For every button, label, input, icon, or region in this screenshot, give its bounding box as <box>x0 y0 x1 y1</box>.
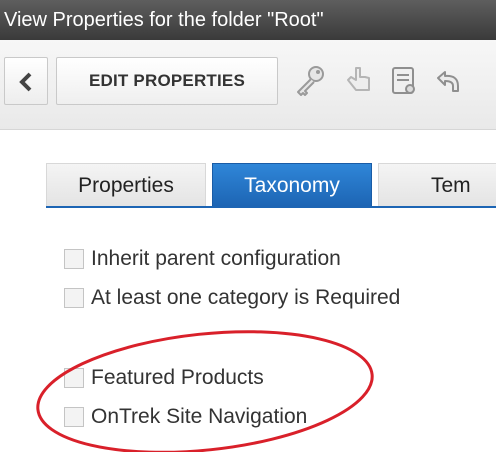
checkbox[interactable] <box>64 249 84 269</box>
undo-icon[interactable] <box>432 64 466 98</box>
tab-taxonomy[interactable]: Taxonomy <box>212 163 372 207</box>
chevron-left-icon <box>19 72 32 92</box>
tab-properties[interactable]: Properties <box>46 163 206 207</box>
tab-bar: Properties Taxonomy Tem <box>0 163 496 207</box>
window-title: View Properties for the folder "Root" <box>0 0 496 40</box>
checkbox[interactable] <box>64 407 84 427</box>
option-label: Featured Products <box>91 366 264 389</box>
tab-templates[interactable]: Tem <box>378 163 496 207</box>
option-label: At least one category is Required <box>91 286 401 309</box>
hand-icon[interactable] <box>342 64 376 98</box>
back-button[interactable] <box>4 57 48 105</box>
tab-underline <box>46 206 496 208</box>
option-label: Inherit parent configuration <box>91 247 341 270</box>
key-icon[interactable] <box>293 64 327 98</box>
edit-properties-button[interactable]: EDIT PROPERTIES <box>56 57 278 105</box>
document-icon[interactable] <box>386 64 420 98</box>
checkbox[interactable] <box>64 288 84 308</box>
toolbar: EDIT PROPERTIES <box>0 40 496 130</box>
checkbox[interactable] <box>64 368 84 388</box>
option-label: OnTrek Site Navigation <box>91 405 308 428</box>
